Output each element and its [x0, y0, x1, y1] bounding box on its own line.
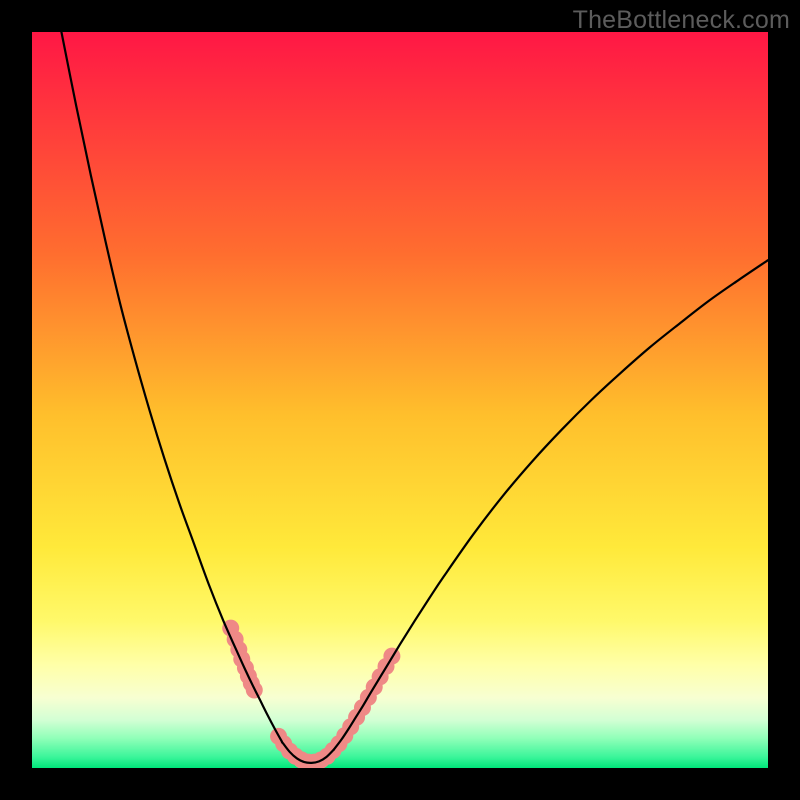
plot-area	[32, 32, 768, 768]
chart-svg	[32, 32, 768, 768]
watermark-text: TheBottleneck.com	[573, 6, 790, 35]
outer-frame: TheBottleneck.com	[0, 0, 800, 800]
